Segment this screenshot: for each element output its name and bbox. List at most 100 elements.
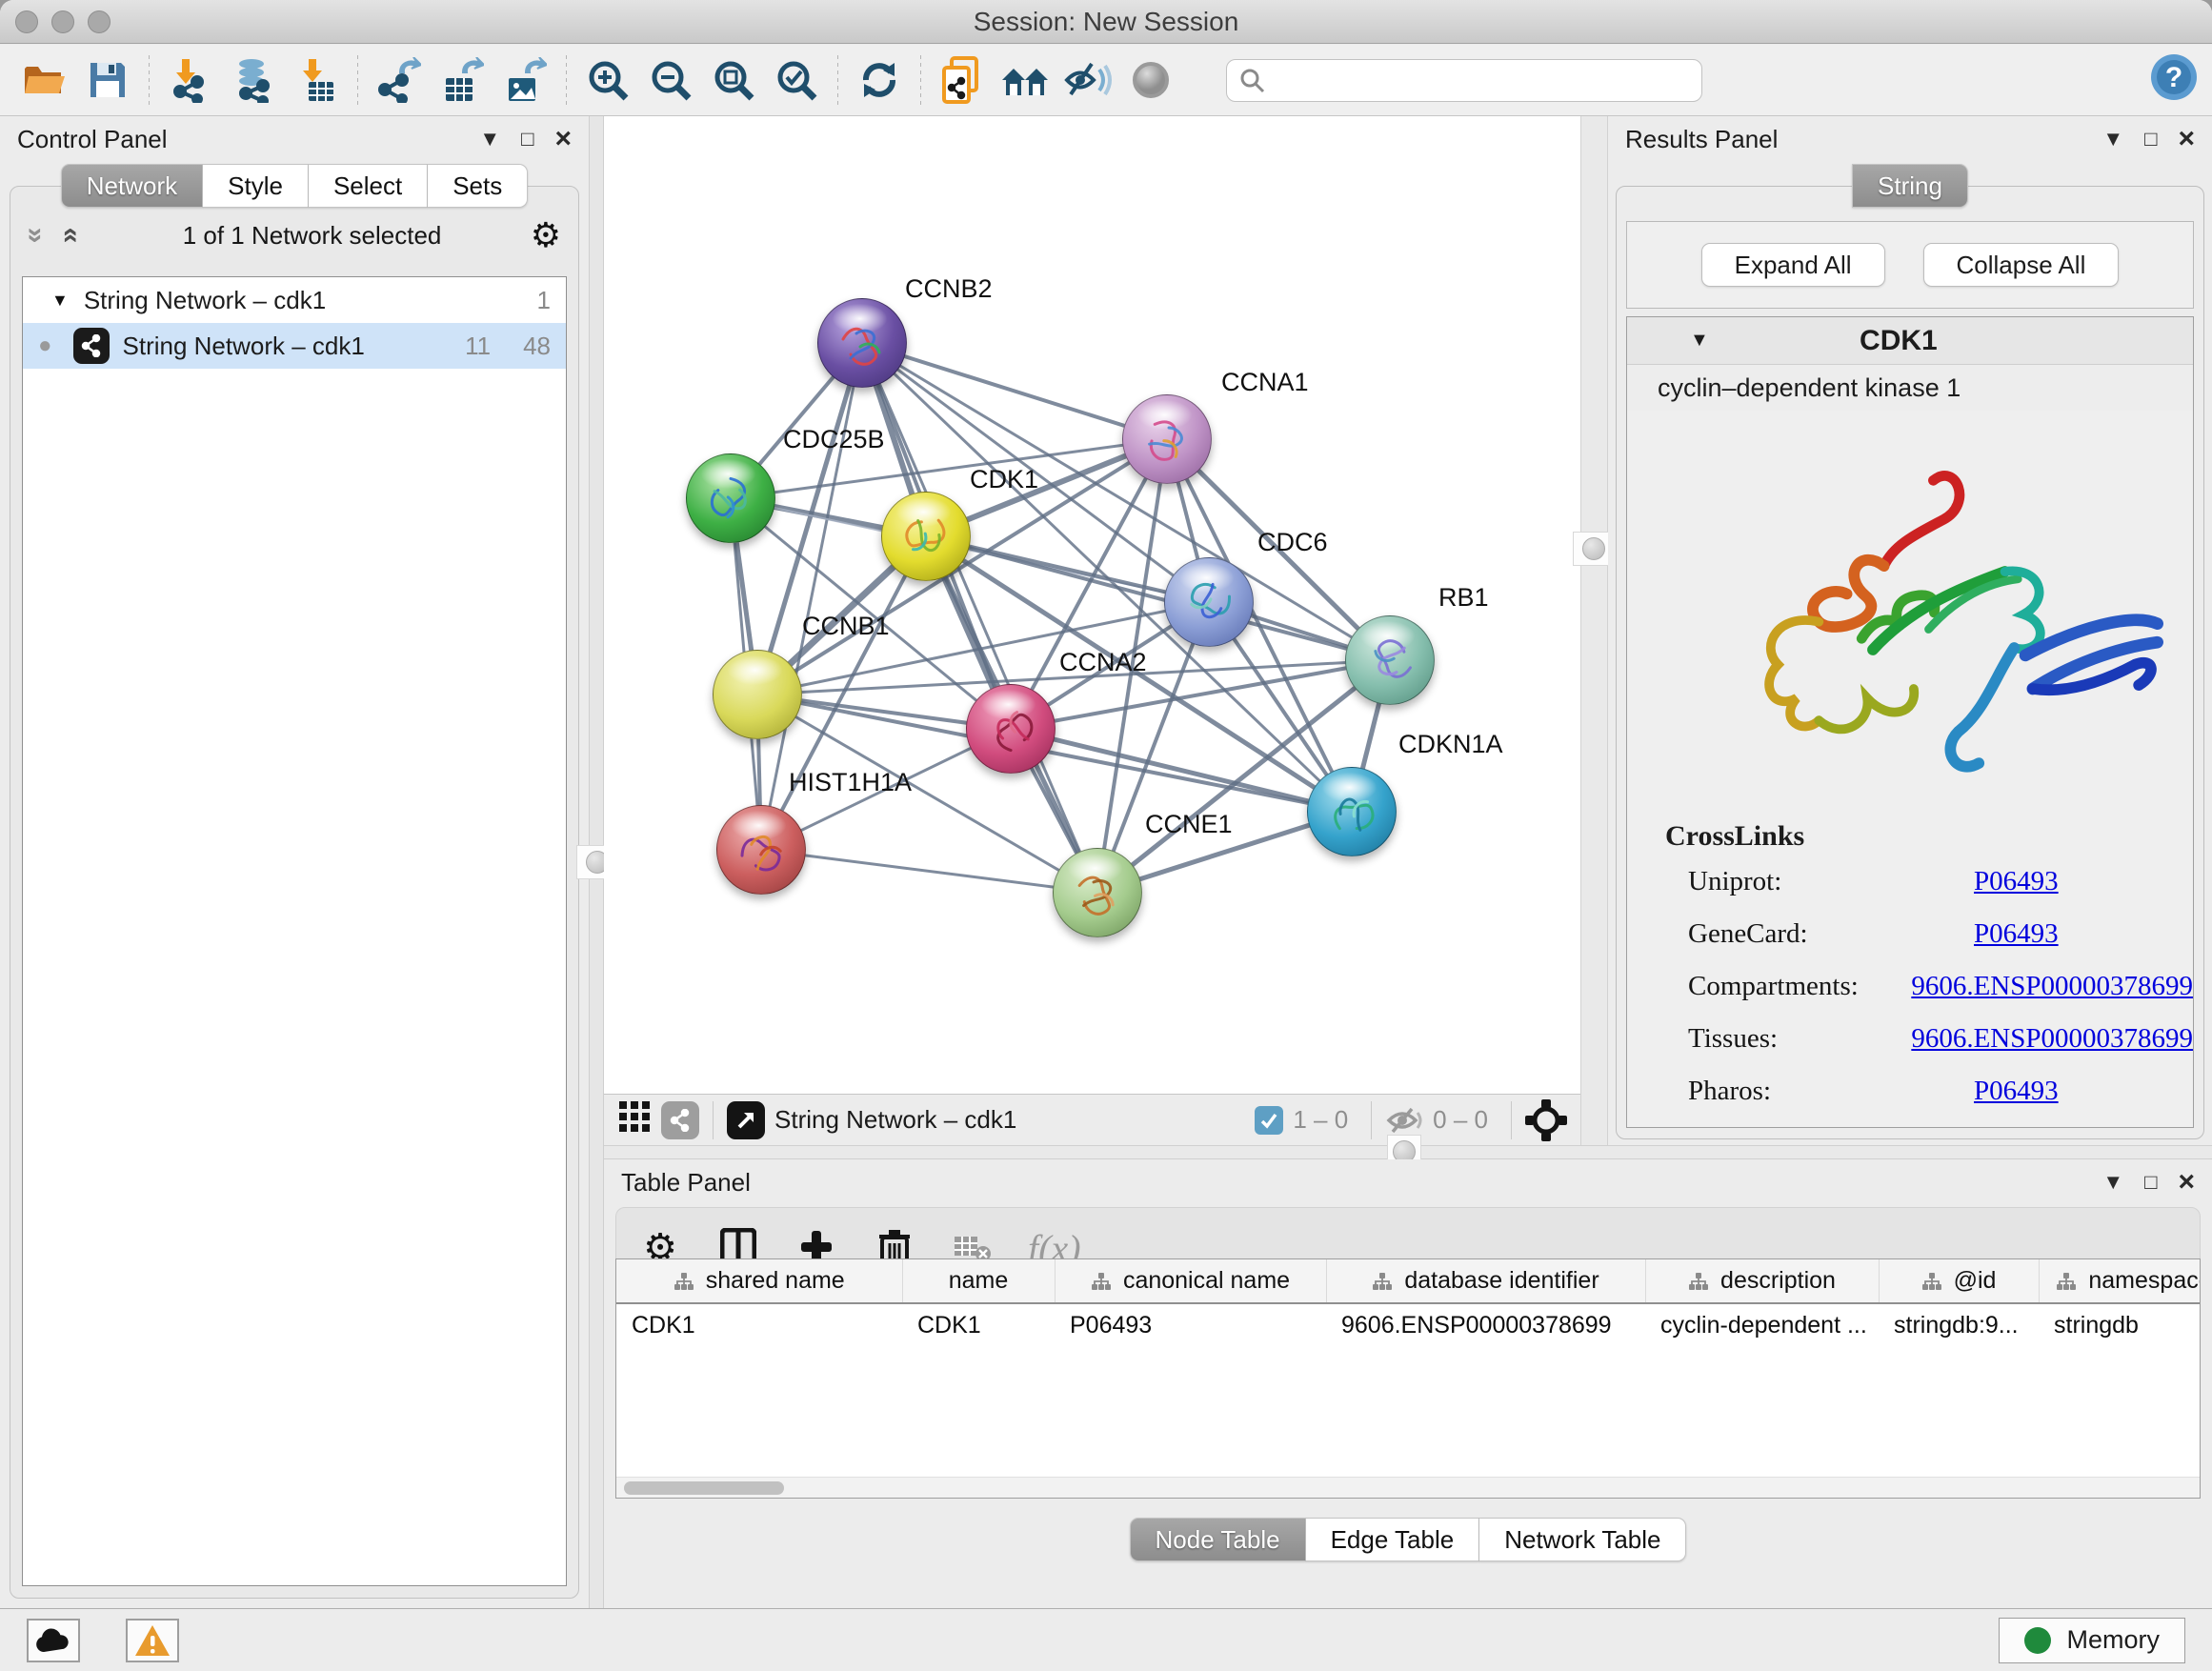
home-networks-button[interactable] (994, 50, 1056, 110)
node-RB1[interactable] (1345, 615, 1435, 705)
table-cell[interactable]: stringdb (2039, 1303, 2201, 1347)
horizontal-splitter[interactable] (604, 1145, 2212, 1159)
crosslink-link[interactable]: P06493 (1974, 866, 2059, 897)
table-cell[interactable]: 9606.ENSP00000378699 (1326, 1303, 1645, 1347)
refresh-view-button[interactable] (848, 50, 911, 110)
caret-down-icon[interactable]: ▼ (51, 291, 69, 311)
column-header[interactable]: description (1645, 1259, 1879, 1303)
node-CDK1[interactable] (881, 492, 971, 581)
node-CDC6[interactable] (1164, 557, 1254, 647)
collapse-all-button[interactable]: Collapse All (1923, 243, 2120, 287)
memory-button[interactable]: Memory (1999, 1618, 2185, 1663)
column-header[interactable]: database identifier (1326, 1259, 1645, 1303)
node-CDC25B[interactable] (686, 453, 775, 543)
node-CCNE1[interactable] (1053, 848, 1142, 937)
panel-close-icon[interactable]: × (554, 125, 572, 153)
column-header[interactable]: namespace (2039, 1259, 2201, 1303)
crosslink-link[interactable]: 9606.ENSP00000378699 (1911, 1023, 2193, 1055)
expand-all-icon[interactable]: » (52, 228, 85, 244)
network-collection-row[interactable]: ▼ String Network – cdk1 1 (23, 277, 566, 323)
table-cell[interactable]: cyclin-dependent ... (1645, 1303, 1879, 1347)
edge-CCNB2-CCNA1[interactable] (862, 343, 1167, 439)
tab-node-table[interactable]: Node Table (1130, 1518, 1306, 1561)
panel-float-icon[interactable]: □ (521, 129, 533, 150)
panel-menu-icon[interactable]: ▼ (479, 129, 500, 150)
check-icon (1259, 1111, 1278, 1130)
tab-select[interactable]: Select (309, 164, 428, 208)
tab-sets[interactable]: Sets (428, 164, 528, 208)
crosslink-link[interactable]: 9606.ENSP00000378699 (1911, 971, 2193, 1002)
import-table-button[interactable] (285, 50, 348, 110)
panel-menu-icon[interactable]: ▼ (2102, 1172, 2123, 1193)
hide-details-button[interactable] (1056, 50, 1119, 110)
table-horizontal-scrollbar[interactable] (616, 1477, 2200, 1498)
node-CCNB2[interactable] (817, 298, 907, 388)
export-network-icon (377, 57, 421, 103)
gene-card-header[interactable]: ▼ CDK1 (1627, 317, 2193, 365)
edge-CCNB2-CCNE1[interactable] (862, 343, 1097, 893)
cloud-button[interactable] (27, 1619, 80, 1662)
network-row[interactable]: ● String Network – cdk1 11 (23, 323, 566, 369)
save-session-button[interactable] (76, 50, 139, 110)
expand-all-button[interactable]: Expand All (1701, 243, 1885, 287)
open-in-window-button[interactable] (727, 1101, 765, 1139)
edge-HIST1H1A-CCNE1[interactable] (761, 850, 1097, 893)
column-header[interactable]: canonical name (1055, 1259, 1326, 1303)
crosslink-link[interactable]: P06493 (1974, 918, 2059, 950)
tab-style[interactable]: Style (203, 164, 309, 208)
search-input[interactable] (1265, 67, 1665, 94)
panel-float-icon[interactable]: □ (2144, 1172, 2157, 1193)
string-view-button[interactable] (661, 1101, 699, 1139)
edge-CCNA2-CDKN1A[interactable] (1011, 729, 1352, 812)
table-cell[interactable]: P06493 (1055, 1303, 1326, 1347)
caret-down-icon[interactable]: ▼ (1690, 330, 1709, 352)
node-CDKN1A[interactable] (1307, 767, 1397, 856)
tab-edge-table[interactable]: Edge Table (1306, 1518, 1480, 1561)
open-session-button[interactable] (13, 50, 76, 110)
import-network-database-button[interactable] (222, 50, 285, 110)
tab-network[interactable]: Network (61, 164, 203, 208)
node-CCNB1[interactable] (713, 650, 802, 739)
zoom-out-button[interactable] (639, 50, 702, 110)
show-details-button[interactable] (1119, 50, 1182, 110)
node-CCNA2[interactable] (966, 684, 1056, 774)
current-network-name: String Network – cdk1 (774, 1105, 1016, 1135)
tab-string[interactable]: String (1852, 164, 1968, 208)
node-CCNA1[interactable] (1122, 394, 1212, 484)
export-image-button[interactable] (493, 50, 556, 110)
birdseye-grid-button[interactable] (617, 1099, 652, 1140)
scrollbar-thumb[interactable] (624, 1481, 784, 1495)
help-button[interactable]: ? (2149, 52, 2199, 109)
collapse-all-icon[interactable]: » (19, 228, 51, 244)
node-HIST1H1A[interactable] (716, 805, 806, 895)
selected-checkbox[interactable] (1255, 1106, 1283, 1135)
network-canvas[interactable]: CCNB2CCNA1CDC25BCDK1CDC6RB1CCNB1CCNA2CDK… (604, 116, 1580, 1094)
export-network-button[interactable] (368, 50, 431, 110)
table-row[interactable]: CDK1CDK1P064939606.ENSP00000378699cyclin… (616, 1303, 2201, 1347)
table-cell[interactable]: CDK1 (902, 1303, 1055, 1347)
gear-icon[interactable]: ⚙ (531, 215, 561, 255)
crosslinks-title: CrossLinks (1665, 820, 2193, 853)
export-table-button[interactable] (431, 50, 493, 110)
panel-close-icon[interactable]: × (2178, 125, 2195, 153)
import-network-file-button[interactable] (159, 50, 222, 110)
vertical-splitter-right[interactable] (1580, 116, 1608, 1145)
vertical-splitter-left[interactable] (589, 116, 604, 1608)
column-header[interactable]: shared name (616, 1259, 902, 1303)
warnings-button[interactable] (126, 1619, 179, 1662)
tab-network-table[interactable]: Network Table (1479, 1518, 1686, 1561)
toolbar-search[interactable] (1226, 59, 1702, 102)
table-cell[interactable]: stringdb:9... (1879, 1303, 2039, 1347)
column-header[interactable]: @id (1879, 1259, 2039, 1303)
zoom-selected-button[interactable] (765, 50, 828, 110)
crosslink-link[interactable]: P06493 (1974, 1076, 2059, 1107)
panel-close-icon[interactable]: × (2178, 1168, 2195, 1197)
table-cell[interactable]: CDK1 (616, 1303, 902, 1347)
zoom-in-button[interactable] (576, 50, 639, 110)
column-header[interactable]: name (902, 1259, 1055, 1303)
panel-menu-icon[interactable]: ▼ (2102, 129, 2123, 150)
clone-network-button[interactable] (931, 50, 994, 110)
zoom-fit-button[interactable] (702, 50, 765, 110)
panel-float-icon[interactable]: □ (2144, 129, 2157, 150)
crosshair-icon[interactable] (1525, 1099, 1567, 1141)
